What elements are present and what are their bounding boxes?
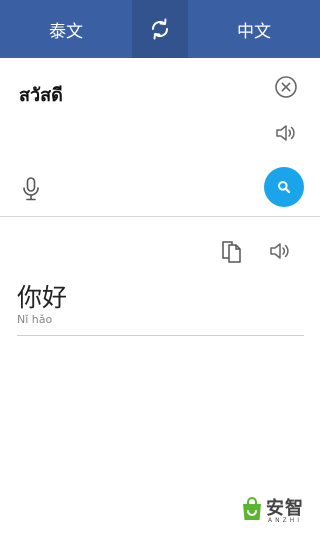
microphone-button[interactable]	[19, 176, 43, 202]
result-divider	[17, 335, 304, 336]
source-language-button[interactable]: 泰文	[0, 0, 132, 58]
speaker-icon	[276, 125, 295, 141]
target-language-button[interactable]: 中文	[188, 0, 320, 58]
speak-source-button[interactable]	[274, 121, 298, 145]
swap-languages-button[interactable]	[132, 0, 188, 58]
translation-result: 你好	[17, 283, 68, 312]
search-icon	[278, 181, 291, 194]
copy-icon	[222, 241, 241, 263]
source-language-label: 泰文	[49, 21, 83, 42]
translator-app: 泰文 中文 สวัสดี 你好 Nǐ hǎo 安智 ANZHI	[0, 0, 320, 534]
clear-icon	[275, 76, 297, 98]
anzhi-watermark-logo: 安智 ANZHI	[240, 494, 314, 528]
translation-pinyin: Nǐ hǎo	[17, 313, 53, 326]
copy-result-button[interactable]	[220, 238, 244, 264]
source-text-input[interactable]: สวัสดี	[19, 80, 63, 109]
watermark-english-text: ANZHI	[268, 517, 302, 524]
target-language-label: 中文	[237, 21, 271, 42]
swap-arrows-icon	[151, 18, 169, 40]
speaker-icon	[270, 243, 289, 259]
speak-result-button[interactable]	[268, 239, 292, 263]
clear-button[interactable]	[274, 75, 298, 99]
input-divider	[0, 216, 320, 217]
translate-search-button[interactable]	[264, 167, 304, 207]
input-panel: สวัสดี	[0, 58, 320, 216]
shopping-bag-logo-icon	[243, 497, 261, 520]
microphone-icon	[23, 177, 39, 201]
language-bar: 泰文 中文	[0, 0, 320, 58]
